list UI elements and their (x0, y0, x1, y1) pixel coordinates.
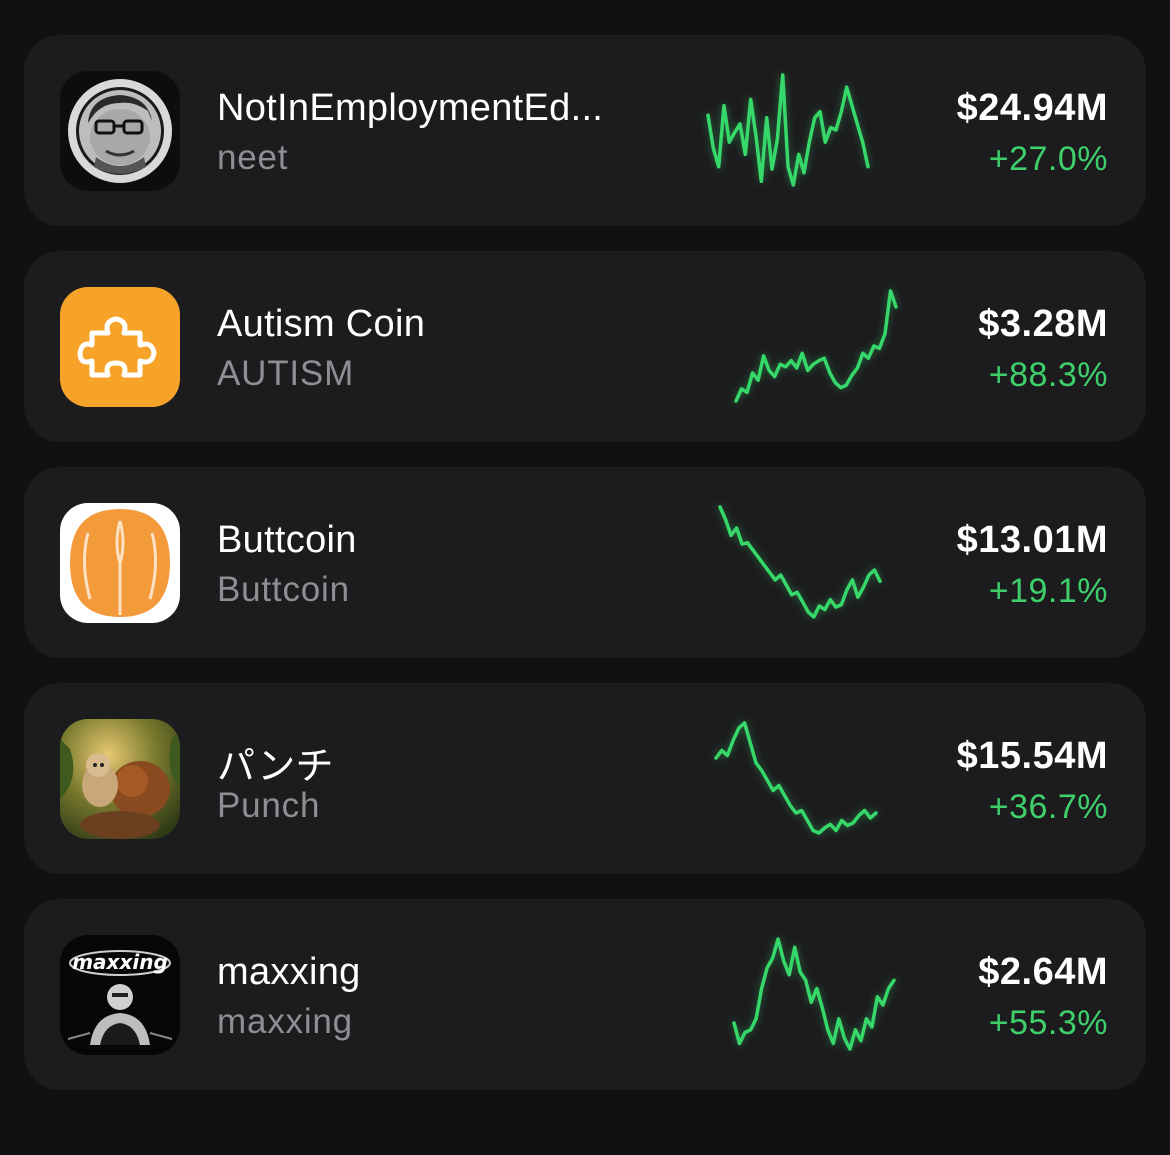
token-card-autism[interactable]: Autism Coin AUTISM $3.28M +88.3% (24, 251, 1146, 442)
token-ticker: Buttcoin (217, 570, 350, 609)
price-change: +55.3% (988, 1004, 1108, 1042)
price-change: +36.7% (988, 788, 1108, 826)
sparkline-path (734, 289, 898, 403)
sparkline-path (732, 937, 896, 1051)
sparkline-chart (718, 505, 882, 619)
market-cap: $3.28M (978, 303, 1108, 345)
token-ticker: maxxing (217, 1002, 353, 1041)
sparkline-chart (732, 937, 896, 1051)
token-ticker: neet (217, 138, 289, 177)
market-cap: $2.64M (978, 951, 1108, 993)
market-cap: $13.01M (956, 519, 1108, 561)
token-card-neet[interactable]: NotInEmploymentEd... neet $24.94M +27.0% (24, 35, 1146, 226)
price-change: +19.1% (988, 572, 1108, 610)
sparkline-chart (714, 721, 878, 835)
token-name: Buttcoin (217, 519, 357, 561)
maxxing-logo-icon: maxxing (60, 935, 180, 1055)
token-ticker: Punch (217, 786, 321, 825)
peach-icon (60, 503, 180, 623)
monkey-photo-icon (60, 719, 180, 839)
sparkline-path (714, 721, 878, 835)
cartoon-man-avatar-icon (60, 71, 180, 191)
token-ticker: AUTISM (217, 354, 355, 393)
market-cap: $15.54M (956, 735, 1108, 777)
token-name: パンチ (217, 746, 334, 788)
sparkline-chart (706, 73, 870, 187)
puzzle-piece-icon (60, 287, 180, 407)
market-cap: $24.94M (956, 87, 1108, 129)
sparkline-path (718, 505, 882, 619)
token-name: NotInEmploymentEd... (217, 87, 604, 129)
price-change: +27.0% (988, 140, 1108, 178)
token-list: NotInEmploymentEd... neet $24.94M +27.0%… (24, 35, 1146, 1115)
svg-text:maxxing: maxxing (72, 950, 168, 974)
price-change: +88.3% (988, 356, 1108, 394)
token-name: maxxing (217, 951, 361, 993)
sparkline-path (706, 73, 870, 187)
token-card-maxxing[interactable]: maxxing maxxing maxxing $2.64M +55.3% (24, 899, 1146, 1090)
token-name: Autism Coin (217, 303, 426, 345)
token-card-buttcoin[interactable]: Buttcoin Buttcoin $13.01M +19.1% (24, 467, 1146, 658)
sparkline-chart (734, 289, 898, 403)
token-card-punch[interactable]: パンチ Punch $15.54M +36.7% (24, 683, 1146, 874)
